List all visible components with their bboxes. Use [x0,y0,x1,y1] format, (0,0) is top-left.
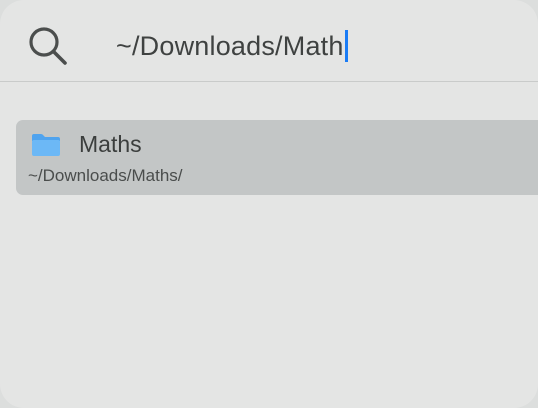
search-query-text: ~/Downloads/Math [116,31,344,61]
spotlight-panel: ~/Downloads/Math Maths ~/Downloads/Maths… [0,0,538,408]
text-caret [344,30,348,62]
folder-icon [32,134,60,156]
result-title: Maths [79,131,142,157]
result-item[interactable]: Maths ~/Downloads/Maths/ [16,120,538,195]
search-bar: ~/Downloads/Math [0,0,538,82]
search-input[interactable]: ~/Downloads/Math [116,26,348,66]
result-path: ~/Downloads/Maths/ [28,166,183,185]
search-icon [29,27,67,65]
